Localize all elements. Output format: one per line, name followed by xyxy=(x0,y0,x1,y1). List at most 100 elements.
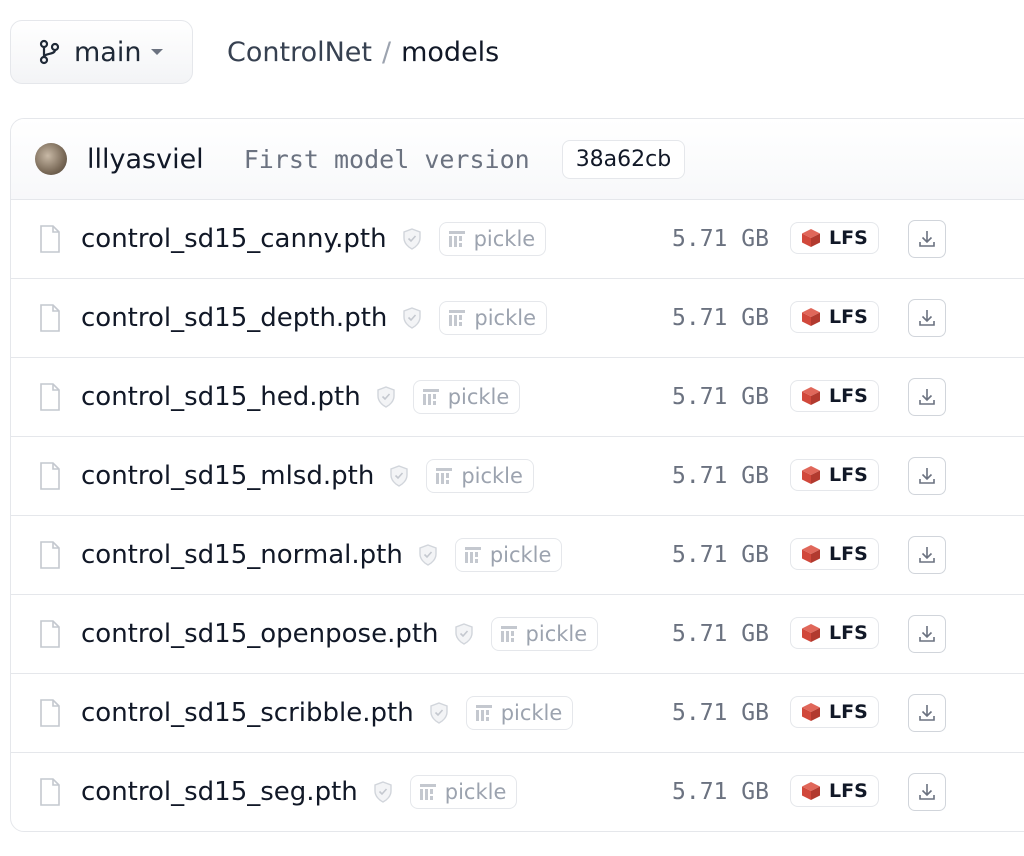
file-icon xyxy=(40,778,60,806)
file-name-link[interactable]: control_sd15_hed.pth xyxy=(81,382,361,412)
lfs-badge[interactable]: LFS xyxy=(790,696,879,728)
pickle-label: pickle xyxy=(500,701,563,725)
breadcrumb: ControlNet / models xyxy=(227,37,499,68)
pickle-label: pickle xyxy=(525,622,588,646)
pickle-label: pickle xyxy=(461,464,523,488)
download-button[interactable] xyxy=(908,694,946,732)
last-commit-row: lllyasviel First model version 38a62cb xyxy=(11,119,1024,200)
lfs-badge[interactable]: LFS xyxy=(790,617,879,649)
lfs-badge[interactable]: LFS xyxy=(790,222,879,254)
file-size: 5.71 GB xyxy=(672,779,769,805)
file-icon xyxy=(40,225,60,253)
lfs-label: LFS xyxy=(829,780,868,802)
pickle-label: pickle xyxy=(473,227,536,251)
file-name-cell: control_sd15_openpose.pth pickle xyxy=(39,595,599,673)
pickle-badge[interactable]: pickle xyxy=(490,617,599,651)
shield-icon[interactable] xyxy=(375,385,397,409)
file-row: control_sd15_normal.pth pickle 5.71 GB L… xyxy=(11,516,1024,595)
shield-icon[interactable] xyxy=(388,464,410,488)
shield-icon[interactable] xyxy=(417,543,439,567)
shield-icon[interactable] xyxy=(372,780,394,804)
breadcrumb-separator: / xyxy=(382,36,392,68)
download-icon xyxy=(919,705,935,721)
file-name-link[interactable]: control_sd15_seg.pth xyxy=(81,777,358,807)
file-name-link[interactable]: control_sd15_openpose.pth xyxy=(81,619,439,649)
pickle-badge[interactable]: pickle xyxy=(426,459,534,493)
file-rows: control_sd15_canny.pth pickle 5.71 GB LF… xyxy=(11,200,1024,831)
download-button[interactable] xyxy=(908,536,946,574)
file-row: control_sd15_depth.pth pickle 5.71 GB LF… xyxy=(11,279,1024,358)
shield-icon[interactable] xyxy=(401,306,423,330)
file-icon xyxy=(40,383,60,411)
download-button[interactable] xyxy=(908,773,946,811)
pickle-icon xyxy=(449,310,466,326)
lfs-badge[interactable]: LFS xyxy=(790,459,879,491)
download-icon xyxy=(919,784,935,800)
download-icon xyxy=(919,468,935,484)
lfs-cube-icon xyxy=(802,308,820,326)
lfs-badge[interactable]: LFS xyxy=(790,380,879,412)
download-button[interactable] xyxy=(908,220,946,258)
file-size: 5.71 GB xyxy=(672,463,769,489)
download-button[interactable] xyxy=(908,378,946,416)
lfs-label: LFS xyxy=(829,543,868,565)
file-icon xyxy=(40,462,60,490)
pickle-badge[interactable]: pickle xyxy=(412,380,521,414)
commit-author[interactable]: lllyasviel xyxy=(87,144,204,175)
lfs-badge[interactable]: LFS xyxy=(790,301,879,333)
pickle-badge[interactable]: pickle xyxy=(465,696,574,730)
avatar[interactable] xyxy=(35,143,67,175)
lfs-cube-icon xyxy=(802,624,820,642)
shield-icon[interactable] xyxy=(401,227,423,251)
lfs-label: LFS xyxy=(829,227,868,249)
chevron-down-icon xyxy=(151,49,164,55)
file-name-cell: control_sd15_hed.pth pickle xyxy=(39,358,521,436)
lfs-label: LFS xyxy=(829,385,868,407)
download-icon xyxy=(919,626,935,642)
pickle-badge[interactable]: pickle xyxy=(454,538,563,572)
file-name-link[interactable]: control_sd15_depth.pth xyxy=(81,303,387,333)
file-name-cell: control_sd15_mlsd.pth pickle xyxy=(39,437,534,515)
file-name-link[interactable]: control_sd15_canny.pth xyxy=(81,224,387,254)
pickle-icon xyxy=(475,705,492,721)
pickle-badge[interactable]: pickle xyxy=(409,775,518,809)
file-name-cell: control_sd15_normal.pth pickle xyxy=(39,516,563,594)
file-name-cell: control_sd15_depth.pth pickle xyxy=(39,279,548,357)
file-size: 5.71 GB xyxy=(672,700,769,726)
download-icon xyxy=(919,547,935,563)
pickle-icon xyxy=(419,784,436,800)
pickle-badge[interactable]: pickle xyxy=(439,301,548,335)
file-name-link[interactable]: control_sd15_mlsd.pth xyxy=(81,461,374,491)
top-bar: main ControlNet / models xyxy=(10,19,499,85)
shield-icon[interactable] xyxy=(453,622,475,646)
lfs-cube-icon xyxy=(802,229,820,247)
file-size: 5.71 GB xyxy=(672,305,769,331)
lfs-cube-icon xyxy=(802,387,820,405)
pickle-icon xyxy=(448,231,465,247)
commit-hash-badge[interactable]: 38a62cb xyxy=(561,139,686,179)
file-icon xyxy=(40,541,60,569)
git-branch-icon xyxy=(39,39,60,65)
file-row: control_sd15_hed.pth pickle 5.71 GB LFS xyxy=(11,358,1024,437)
lfs-badge[interactable]: LFS xyxy=(790,775,879,807)
file-row: control_sd15_mlsd.pth pickle 5.71 GB LFS xyxy=(11,437,1024,516)
lfs-label: LFS xyxy=(829,306,868,328)
file-name-link[interactable]: control_sd15_scribble.pth xyxy=(81,698,414,728)
breadcrumb-repo-link[interactable]: ControlNet xyxy=(227,37,372,68)
file-name-link[interactable]: control_sd15_normal.pth xyxy=(81,540,403,570)
file-size: 5.71 GB xyxy=(672,621,769,647)
branch-selector-button[interactable]: main xyxy=(10,20,193,84)
pickle-icon xyxy=(464,547,481,563)
download-icon xyxy=(919,231,935,247)
download-button[interactable] xyxy=(908,299,946,337)
commit-message[interactable]: First model version xyxy=(244,145,530,174)
file-icon xyxy=(40,620,60,648)
download-button[interactable] xyxy=(908,615,946,653)
pickle-label: pickle xyxy=(474,306,537,330)
lfs-badge[interactable]: LFS xyxy=(790,538,879,570)
pickle-badge[interactable]: pickle xyxy=(438,222,547,256)
branch-name: main xyxy=(74,36,142,68)
file-icon xyxy=(40,699,60,727)
download-button[interactable] xyxy=(908,457,946,495)
shield-icon[interactable] xyxy=(428,701,450,725)
